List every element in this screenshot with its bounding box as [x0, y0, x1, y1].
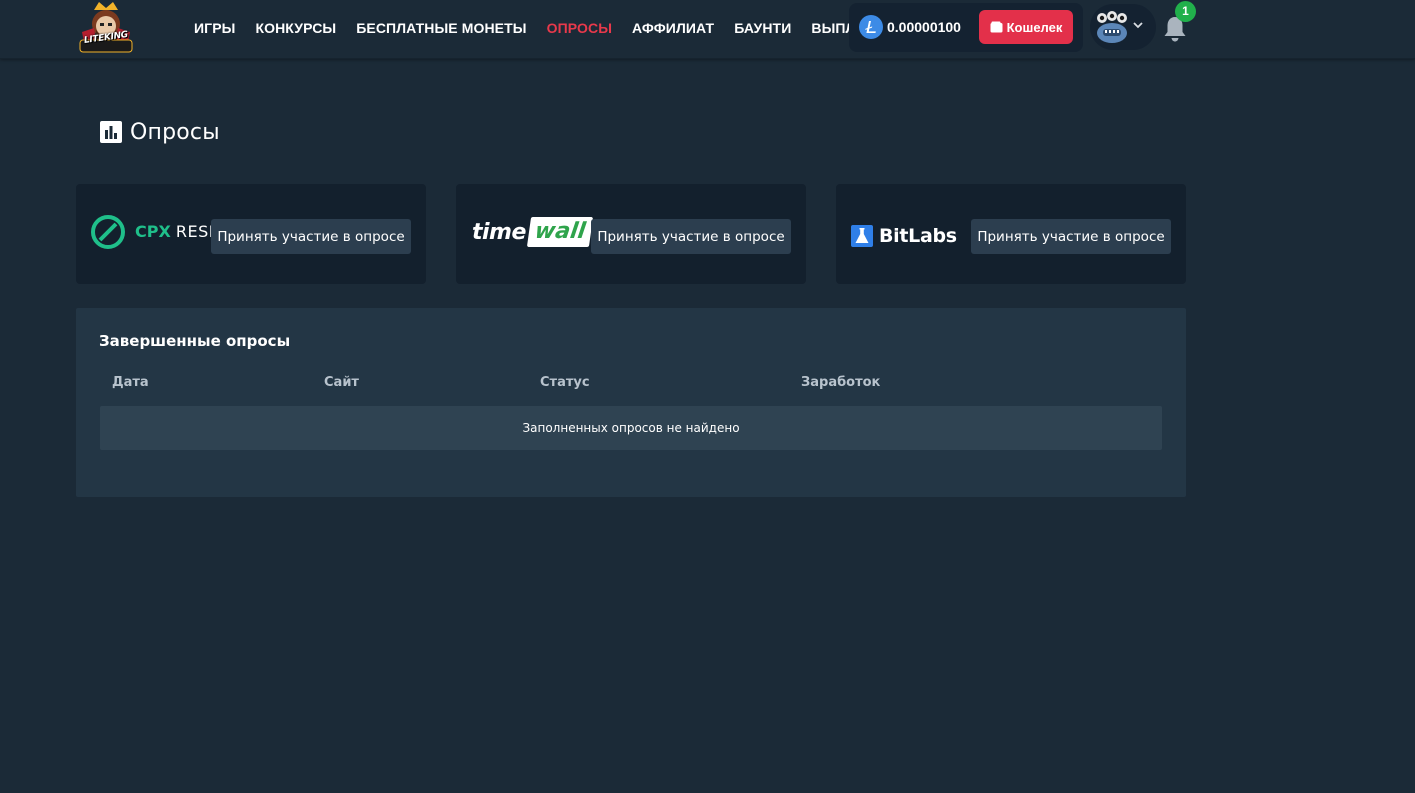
wallet-button-label: Кошелек	[1006, 19, 1063, 35]
completed-surveys-panel: Завершенные опросы Дата Сайт Статус Зара…	[76, 308, 1186, 497]
timewall-logo: time wall	[472, 216, 594, 248]
nav-payouts[interactable]: ВЫПЛАТЫ	[811, 18, 850, 38]
notification-badge: 1	[1175, 1, 1196, 22]
flask-icon	[851, 225, 873, 247]
timewall-logo-part1: time	[472, 219, 526, 245]
user-menu[interactable]	[1090, 4, 1156, 50]
join-survey-button-cpx[interactable]: Принять участие в опросе	[211, 219, 411, 254]
join-survey-button-bitlabs[interactable]: Принять участие в опросе	[971, 219, 1171, 254]
page-title-text: Опросы	[130, 119, 220, 145]
cpx-research-logo: CPX RESEARCH	[90, 214, 220, 250]
nav-affiliate[interactable]: АФФИЛИАТ	[632, 18, 714, 38]
provider-card-bitlabs: BitLabs Принять участие в опросе	[836, 184, 1186, 284]
bitlabs-logo-text: BitLabs	[879, 225, 957, 247]
bar-chart-icon	[100, 121, 122, 143]
main-nav: ИГРЫ КОНКУРСЫ БЕСПЛАТНЫЕ МОНЕТЫ ОПРОСЫ А…	[194, 18, 850, 38]
chevron-down-icon	[1133, 22, 1143, 29]
completed-surveys-title: Завершенные опросы	[99, 332, 291, 350]
cpx-logo-part1: CPX	[135, 222, 171, 241]
empty-table-message: Заполненных опросов не найдено	[100, 406, 1162, 450]
nav-bounty[interactable]: БАУНТИ	[734, 18, 791, 38]
wallet-widget: 0.00000100 Кошелек	[849, 3, 1083, 52]
avatar	[1097, 11, 1127, 43]
nav-surveys[interactable]: ОПРОСЫ	[547, 18, 612, 38]
bitlabs-logo: BitLabs	[851, 224, 957, 248]
wallet-icon	[990, 21, 1003, 33]
column-header-date: Дата	[112, 375, 149, 390]
top-navbar: LITEKING ИГРЫ КОНКУРСЫ БЕСПЛАТНЫЕ МОНЕТЫ…	[0, 0, 1415, 59]
litecoin-icon	[859, 15, 883, 39]
provider-card-cpx: CPX RESEARCH Принять участие в опросе	[76, 184, 426, 284]
page-title: Опросы	[100, 117, 220, 147]
column-header-status: Статус	[540, 375, 590, 390]
column-header-earnings: Заработок	[801, 375, 881, 390]
provider-card-timewall: time wall Принять участие в опросе	[456, 184, 806, 284]
column-header-site: Сайт	[324, 375, 359, 390]
site-logo[interactable]: LITEKING	[74, 0, 138, 58]
nav-contests[interactable]: КОНКУРСЫ	[255, 18, 336, 38]
cpx-logo-icon	[91, 215, 125, 249]
nav-games[interactable]: ИГРЫ	[194, 18, 235, 38]
balance-amount: 0.00000100	[887, 19, 961, 35]
nav-free-coins[interactable]: БЕСПЛАТНЫЕ МОНЕТЫ	[356, 18, 526, 38]
timewall-logo-part2: wall	[526, 217, 594, 247]
wallet-button[interactable]: Кошелек	[979, 10, 1073, 44]
join-survey-button-timewall[interactable]: Принять участие в опросе	[591, 219, 791, 254]
